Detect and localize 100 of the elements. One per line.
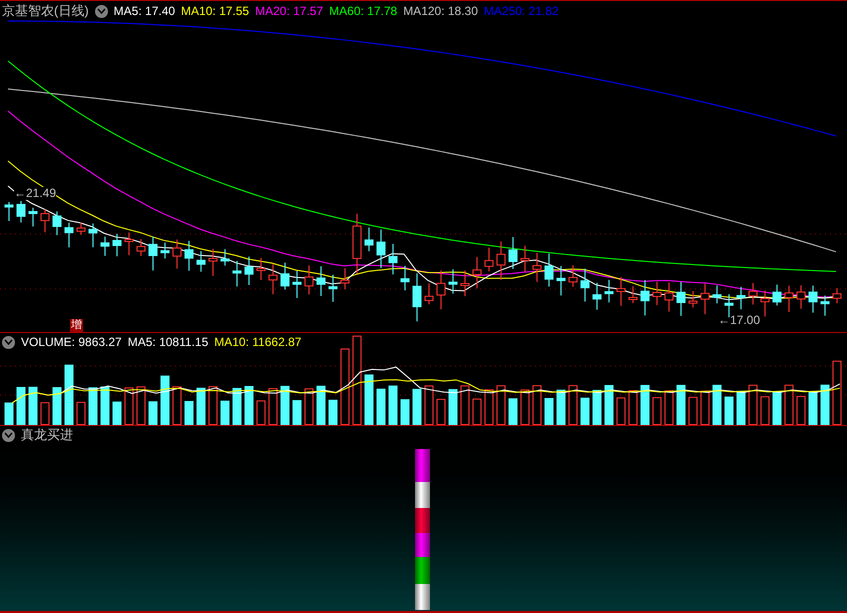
indicator-value: MA60: 17.78 <box>329 3 398 20</box>
collapse-icon[interactable] <box>94 4 108 18</box>
volume-bar <box>268 388 278 425</box>
candlestick <box>196 250 206 272</box>
volume-bar <box>628 390 638 425</box>
candlestick <box>748 282 758 305</box>
volume-bar <box>160 376 170 425</box>
volume-bar <box>436 398 446 425</box>
volume-bar <box>676 384 686 425</box>
candlestick <box>460 270 470 297</box>
candlestick <box>28 207 38 227</box>
candlestick <box>220 248 230 266</box>
candlestick <box>604 279 614 303</box>
volume-bar <box>760 396 770 425</box>
volume-bar <box>292 400 302 425</box>
candlestick <box>316 266 326 297</box>
volume-bar <box>484 389 494 425</box>
candlestick <box>412 272 422 322</box>
indicator-title: 真龙买进 <box>21 426 73 444</box>
volume-bar <box>28 386 38 425</box>
volume-bar <box>796 396 806 425</box>
candlestick <box>112 233 122 257</box>
candlestick <box>448 268 458 294</box>
volume-bar <box>616 397 626 425</box>
volume-bar <box>232 388 242 425</box>
volume-bar <box>652 397 662 425</box>
candlestick <box>640 280 650 316</box>
low-price-label: ←17.00 <box>718 312 760 329</box>
volume-bar <box>88 387 98 425</box>
volume-bar <box>712 384 722 425</box>
candlestick <box>784 285 794 312</box>
candlestick <box>592 282 602 310</box>
volume-bar <box>76 402 86 425</box>
candlestick <box>664 282 674 312</box>
candlestick <box>340 268 350 290</box>
high-price-label: ←21.49 <box>14 187 56 200</box>
candlestick <box>124 232 134 256</box>
volume-bar <box>784 384 794 425</box>
indicator-value: MA250: 21.82 <box>484 3 559 20</box>
volume-bar <box>136 386 146 425</box>
volume-bar <box>772 391 782 425</box>
volume-bar <box>100 386 110 425</box>
volume-bar <box>748 384 758 425</box>
candlestick <box>772 284 782 306</box>
volume-bar <box>280 386 290 425</box>
candlestick <box>544 252 554 288</box>
candlestick <box>280 262 290 290</box>
volume-bar <box>208 386 218 425</box>
volume-bar <box>460 385 470 425</box>
volume-bar <box>52 387 62 425</box>
candlestick <box>496 240 506 280</box>
candlestick <box>172 239 182 270</box>
candlestick <box>628 286 638 304</box>
indicator-value: MA10: 17.55 <box>181 3 250 20</box>
candlestick <box>580 268 590 302</box>
candlestick <box>820 295 830 316</box>
volume-bar <box>640 384 650 425</box>
volume-bar <box>376 388 386 425</box>
candlestick <box>148 236 158 271</box>
collapse-icon[interactable] <box>2 336 15 348</box>
volume-bar <box>808 391 818 425</box>
chart-title: 京基智农(日线) <box>2 2 89 20</box>
candlestick <box>244 256 254 286</box>
volume-bar <box>256 400 266 425</box>
candlestick <box>484 247 494 272</box>
volume-bar <box>148 401 158 425</box>
volume-bar <box>220 400 230 425</box>
candlestick <box>88 223 98 248</box>
volume-bar <box>568 385 578 425</box>
candlestick <box>352 213 362 274</box>
volume-bar <box>388 386 398 425</box>
volume-bar <box>508 398 518 425</box>
volume-bar <box>196 388 206 425</box>
volume-bar <box>496 385 506 425</box>
volume-bar <box>520 390 530 425</box>
candlestick <box>472 256 482 289</box>
collapse-icon[interactable] <box>2 428 15 442</box>
indicator-value: MA20: 17.57 <box>255 3 324 20</box>
candlestick <box>160 242 170 259</box>
volume-bar <box>400 399 410 425</box>
volume-bar <box>304 388 314 425</box>
volume-bar <box>16 386 26 425</box>
volume-bar <box>64 364 74 425</box>
indicator-value: MA5: 10811.15 <box>128 334 208 351</box>
candlestick <box>832 288 842 304</box>
volume-bar <box>664 390 674 425</box>
candlestick <box>676 282 686 316</box>
volume-bar <box>328 400 338 425</box>
volume-bar <box>448 389 458 425</box>
volume-bar <box>316 386 326 425</box>
volume-bar <box>580 398 590 425</box>
candlestick <box>208 248 218 276</box>
volume-bar <box>4 402 14 425</box>
candlestick <box>16 200 26 224</box>
volume-bar <box>172 386 182 425</box>
volume-bar <box>364 374 374 425</box>
volume-bar <box>244 386 254 425</box>
volume-bar <box>688 396 698 425</box>
candlestick <box>364 226 374 252</box>
candlestick <box>376 229 386 269</box>
